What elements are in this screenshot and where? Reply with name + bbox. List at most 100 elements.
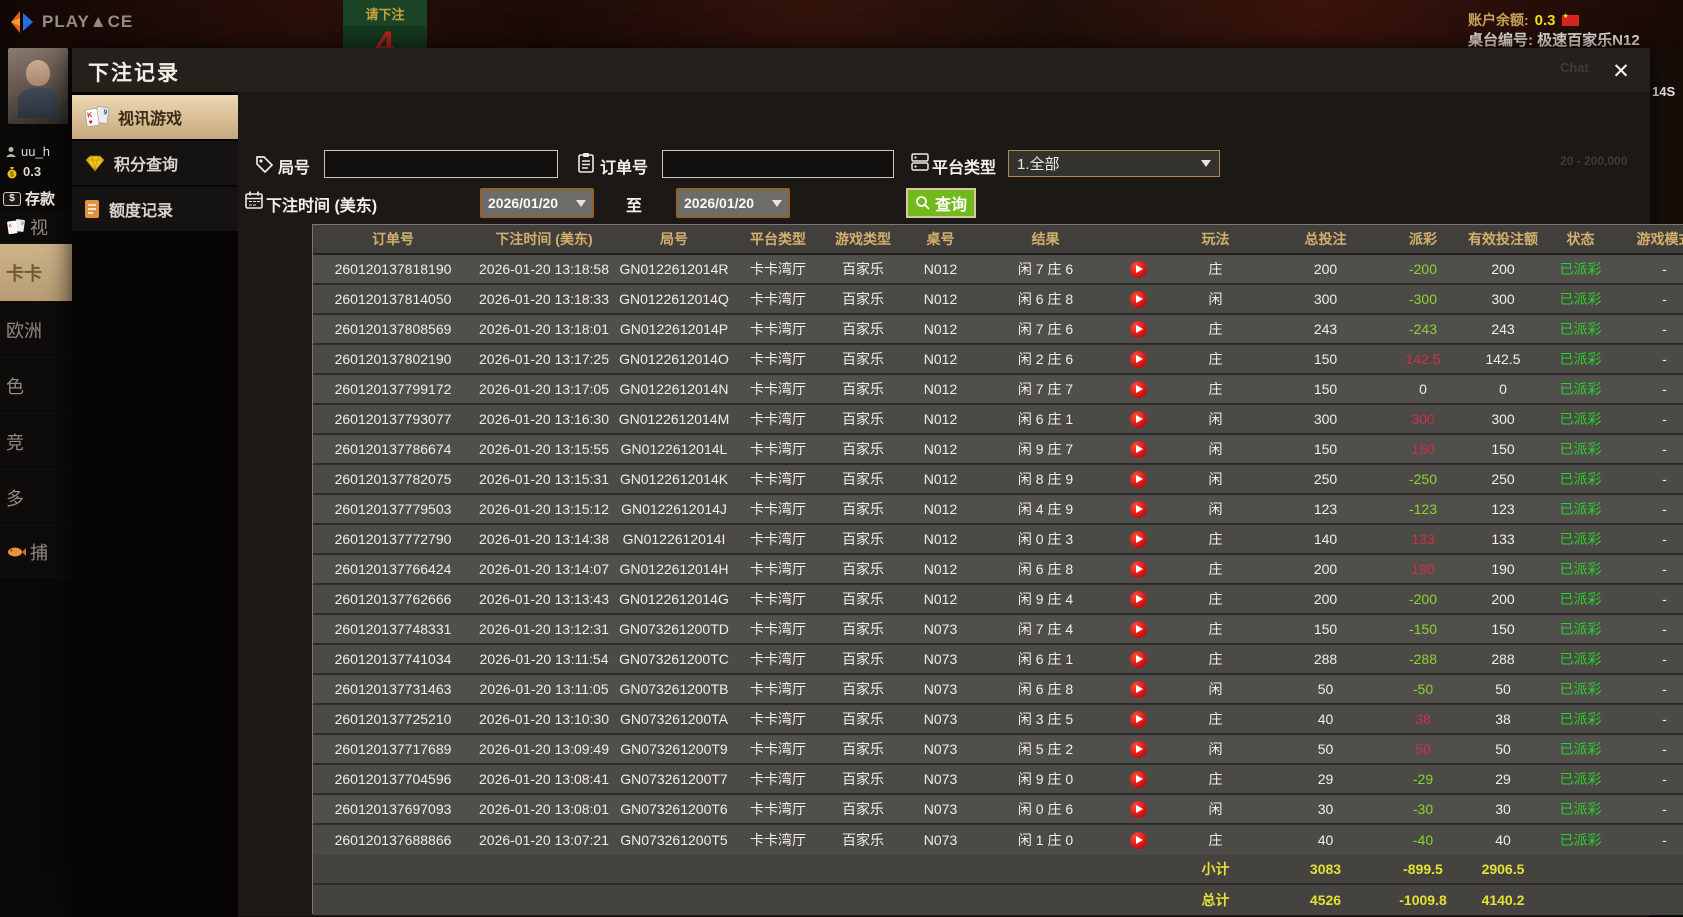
play-icon — [1136, 775, 1143, 783]
cell-table: N073 — [903, 771, 978, 787]
cell-mode: - — [1618, 501, 1683, 517]
play-icon — [1136, 685, 1143, 693]
tab-points-query[interactable]: 积分查询 — [72, 141, 238, 185]
close-button[interactable]: ✕ — [1606, 56, 1636, 86]
cell-order: 260120137741034 — [313, 651, 473, 667]
deposit-button[interactable]: $ 存款 — [3, 188, 55, 209]
replay-button[interactable] — [1130, 801, 1147, 818]
cell-bet: 243 — [1268, 321, 1383, 337]
diamond-icon — [84, 154, 106, 172]
cell-valid: 30 — [1463, 801, 1543, 817]
replay-button[interactable] — [1130, 651, 1147, 668]
cell-result: 闲 9 庄 7 — [978, 439, 1113, 459]
search-button[interactable]: 查询 — [906, 188, 976, 218]
cell-payout: -40 — [1383, 832, 1463, 848]
play-icon — [1136, 745, 1143, 753]
replay — [1113, 290, 1163, 308]
replay-button[interactable] — [1130, 741, 1147, 758]
cell-result: 闲 9 庄 0 — [978, 769, 1113, 789]
cell-time: 2026-01-20 13:18:01 — [473, 321, 615, 337]
replay-button[interactable] — [1130, 832, 1147, 849]
cell-time: 2026-01-20 13:16:30 — [473, 411, 615, 427]
replay-button[interactable] — [1130, 591, 1147, 608]
replay-button[interactable] — [1130, 561, 1147, 578]
account-balance-row: 账户余额: 0.3 — [1468, 10, 1579, 30]
platform-select[interactable]: 1.全部 — [1008, 150, 1220, 177]
replay-button[interactable] — [1130, 621, 1147, 638]
cell-round: GN073261200T5 — [615, 832, 733, 848]
cell-bet: 50 — [1268, 681, 1383, 697]
cell-game: 百家乐 — [823, 830, 903, 850]
cell-table: N073 — [903, 681, 978, 697]
cell-time: 2026-01-20 13:11:54 — [473, 651, 615, 667]
replay-button[interactable] — [1130, 471, 1147, 488]
cell-mode: - — [1618, 531, 1683, 547]
search-button-label: 查询 — [935, 191, 967, 215]
cell-time: 2026-01-20 13:15:12 — [473, 501, 615, 517]
cell-result: 闲 6 庄 1 — [978, 649, 1113, 669]
replay — [1113, 440, 1163, 458]
replay-button[interactable] — [1130, 771, 1147, 788]
modal-title: 下注记录 — [88, 57, 180, 87]
cell-table: N012 — [903, 351, 978, 367]
cell-result: 闲 7 庄 7 — [978, 379, 1113, 399]
play-icon — [1136, 805, 1143, 813]
replay-button[interactable] — [1130, 291, 1147, 308]
cell-table: N012 — [903, 261, 978, 277]
cell-mode: - — [1618, 381, 1683, 397]
cell-payout: -300 — [1383, 291, 1463, 307]
cell-table: N073 — [903, 741, 978, 757]
replay-button[interactable] — [1130, 411, 1147, 428]
sidebar-item-4[interactable]: 色 — [0, 358, 72, 414]
cell-payout: -200 — [1383, 591, 1463, 607]
cell-play: 庄 — [1163, 319, 1268, 339]
replay-button[interactable] — [1130, 381, 1147, 398]
table-row: 2601201377314632026-01-20 13:11:05GN0732… — [313, 675, 1683, 705]
money-bag-icon: $ — [5, 165, 19, 179]
column-header: 桌号 — [903, 229, 978, 249]
cell-round: GN0122612014H — [615, 561, 733, 577]
sidebar-item-7[interactable]: 捕 — [0, 526, 72, 578]
sidebar-item-5[interactable]: 竞 — [0, 414, 72, 470]
lobby-nav: 9K视卡卡欧洲色竞多捕 — [0, 210, 72, 578]
replay-button[interactable] — [1130, 351, 1147, 368]
column-header: 总投注 — [1268, 229, 1383, 249]
account-balance-value: 0.3 — [1535, 12, 1556, 29]
replay-button[interactable] — [1130, 531, 1147, 548]
date-to-select[interactable]: 2026/01/20 — [676, 188, 790, 218]
cell-payout: -288 — [1383, 651, 1463, 667]
column-header: 派彩 — [1383, 229, 1463, 249]
order-filter-label: 订单号 — [600, 154, 648, 178]
replay-button[interactable] — [1130, 711, 1147, 728]
tab-video-games[interactable]: 9 K♥ 视讯游戏 — [72, 95, 252, 139]
cell-bet: 29 — [1268, 771, 1383, 787]
round-input[interactable] — [324, 150, 558, 178]
cell-status: 已派彩 — [1543, 739, 1618, 759]
cell-order: 260120137731463 — [313, 681, 473, 697]
cell-round: GN0122612014N — [615, 381, 733, 397]
replay-button[interactable] — [1130, 321, 1147, 338]
replay-button[interactable] — [1130, 441, 1147, 458]
play-icon — [1136, 355, 1143, 363]
cell-mode: - — [1618, 801, 1683, 817]
replay-button[interactable] — [1130, 501, 1147, 518]
column-header: 游戏类型 — [823, 229, 903, 249]
replay-button[interactable] — [1130, 261, 1147, 278]
sidebar-item-2[interactable]: 卡卡 — [0, 244, 72, 302]
date-from-select[interactable]: 2026/01/20 — [480, 188, 594, 218]
cell-bet: 150 — [1268, 441, 1383, 457]
replay — [1113, 620, 1163, 638]
sidebar-item-1[interactable]: 9K视 — [0, 210, 72, 244]
cell-mode: - — [1618, 291, 1683, 307]
cell-play: 闲 — [1163, 739, 1268, 759]
order-input[interactable] — [662, 150, 894, 178]
cell-time: 2026-01-20 13:13:43 — [473, 591, 615, 607]
cell-table: N073 — [903, 711, 978, 727]
replay-button[interactable] — [1130, 681, 1147, 698]
avatar[interactable] — [8, 48, 68, 124]
cell-round: GN073261200T9 — [615, 741, 733, 757]
sidebar-item-6[interactable]: 多 — [0, 470, 72, 526]
tab-credit-records[interactable]: 额度记录 — [72, 187, 238, 231]
sidebar-item-3[interactable]: 欧洲 — [0, 302, 72, 358]
search-icon — [915, 195, 931, 211]
